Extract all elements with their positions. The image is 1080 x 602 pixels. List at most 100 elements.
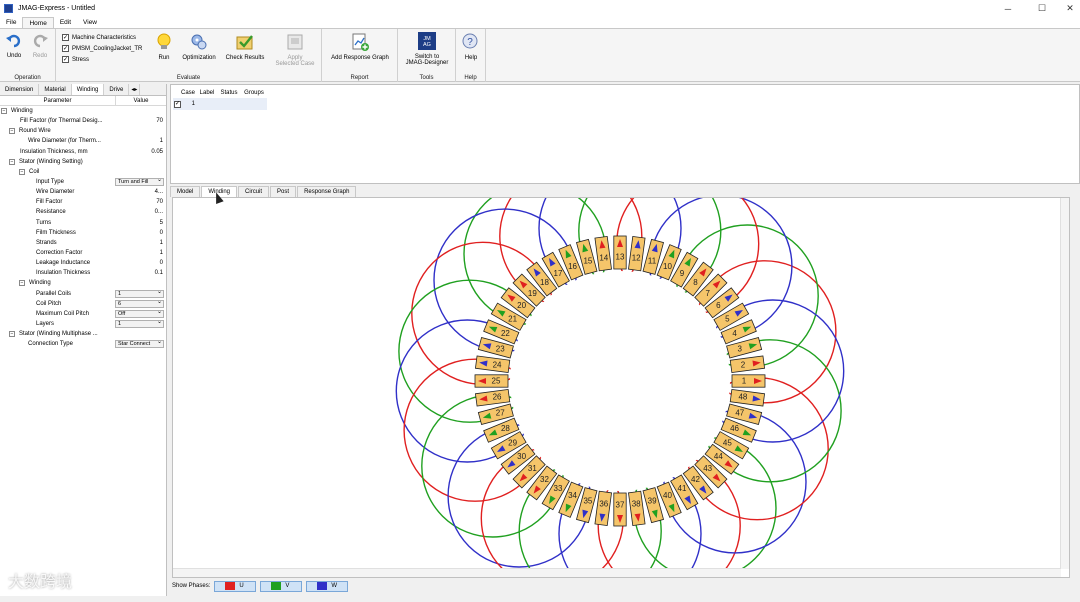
check-pmsm-cooling[interactable]: ✓ PMSM_CoolingJacket_TR (62, 45, 142, 52)
tree-row[interactable]: Insulation Thickness, mm 0.05 (0, 147, 166, 157)
tree-row[interactable]: − Stator (Winding Setting) (0, 157, 166, 167)
slot: 38 (628, 490, 646, 527)
check-stress[interactable]: ✓ Stress (62, 56, 89, 63)
tree-header: Parameter Value (0, 96, 166, 106)
tree-row[interactable]: Input Type Turn and Fill (0, 177, 166, 187)
tree-expander-icon[interactable]: − (9, 158, 15, 165)
tree-row[interactable]: Wire Diameter 4... (0, 187, 166, 197)
tree-row[interactable]: Correction Factor 1 (0, 248, 166, 258)
ribbon-group-evaluate: ✓ Machine Characteristics ✓ PMSM_CoolingJa… (56, 29, 322, 82)
tab-dimension[interactable]: Dimension (0, 84, 40, 95)
tree-row-select[interactable]: Off (115, 309, 164, 318)
menu-view[interactable]: View (77, 17, 103, 28)
check-results-button[interactable]: Check Results (222, 33, 268, 61)
slot-number-label: 43 (703, 464, 712, 473)
tree-row-select[interactable]: 1 (115, 319, 164, 328)
menu-edit[interactable]: Edit (54, 17, 77, 28)
tree-row-select[interactable]: 6 (115, 299, 164, 308)
tree-row[interactable]: − Stator (Winding Multiphase ... (0, 329, 166, 339)
tree-expander-icon[interactable]: − (9, 128, 15, 135)
case-checkbox[interactable]: ✓ (174, 100, 181, 108)
phase-v-button[interactable]: V (260, 580, 303, 592)
case-label (197, 98, 217, 110)
tree-row[interactable]: − Round Wire (0, 126, 166, 136)
tree-row-label: Connection Type (28, 341, 73, 348)
tree-row[interactable]: − Coil (0, 167, 166, 177)
winding-viewport[interactable]: 1 2 3 4 5 6 7 8 9 10 11 12 13 14 15 16 17 18 19 20 21 22 23 24 2… (172, 197, 1070, 578)
tree-row[interactable]: Coil Pitch 6 (0, 299, 166, 309)
case-table: Case Label Status Groups ✓ 1 (173, 88, 267, 110)
tree-expander-icon[interactable]: − (1, 108, 7, 114)
app-window: JMAG-Express - Untitled ─ ☐ ✕ File Home … (0, 0, 1080, 602)
slot-number-label: 36 (599, 499, 608, 508)
tree-row-label: Leakage Inductance (36, 260, 91, 267)
optimization-button[interactable]: Optimization (178, 33, 220, 61)
tree-row-select[interactable]: Turn and Fill (115, 177, 164, 186)
slot-number-label: 31 (528, 464, 537, 473)
tab-scroll-arrows[interactable]: ◂▸ (129, 84, 141, 95)
tree-row-label: Stator (Winding Multiphase ... (19, 331, 98, 338)
tree-row[interactable]: Parallel Coils 1 (0, 289, 166, 299)
tree-row[interactable]: Film Thickness 0 (0, 228, 166, 238)
tab-winding[interactable]: Winding (71, 84, 105, 95)
tree-row[interactable]: Leakage Inductance 0 (0, 258, 166, 268)
tree-row[interactable]: Strands 1 (0, 238, 166, 248)
tab-material[interactable]: Material (39, 84, 72, 95)
tree-expander-icon[interactable]: − (9, 331, 15, 338)
tab-post[interactable]: Post (270, 186, 297, 197)
minimize-button[interactable]: ─ (990, 0, 1026, 17)
slot-number-label: 26 (493, 393, 502, 402)
ribbon-group-tools: JM AG Switch to JMAG-Designer Tools (398, 29, 456, 82)
table-row[interactable]: ✓ 1 (173, 98, 267, 110)
tree-row[interactable]: Maximum Coil Pitch Off (0, 309, 166, 319)
tree-row[interactable]: Insulation Thickness 0.1 (0, 268, 166, 278)
tree-row[interactable]: Fill Factor 70 (0, 197, 166, 207)
gears-icon (191, 34, 207, 50)
switch-to-designer-button[interactable]: JM AG Switch to JMAG-Designer (401, 32, 453, 67)
close-button[interactable]: ✕ (1052, 0, 1080, 17)
tree-row-value: 4... (154, 189, 163, 196)
tree-row[interactable]: − Winding (0, 106, 166, 116)
undo-icon (6, 34, 21, 48)
horizontal-scrollbar[interactable] (173, 568, 1061, 577)
slot-number-label: 4 (732, 329, 737, 338)
menu-home[interactable]: Home (22, 17, 54, 28)
redo-button[interactable]: Redo (30, 33, 50, 59)
tab-drive[interactable]: Drive (104, 84, 130, 95)
menu-file[interactable]: File (0, 17, 22, 28)
add-response-graph-button[interactable]: Add Response Graph (326, 33, 394, 61)
tab-model[interactable]: Model (170, 186, 201, 197)
case-groups (241, 98, 267, 110)
check-machine-characteristics[interactable]: ✓ Machine Characteristics (62, 34, 136, 41)
tree-row[interactable]: − Winding (0, 278, 166, 288)
run-button[interactable]: Run (154, 33, 174, 61)
phase-u-button[interactable]: U (214, 580, 257, 592)
tree-row[interactable]: Layers 1 (0, 319, 166, 329)
tree-row-select[interactable]: 1 (115, 289, 164, 298)
tree-expander-icon[interactable]: − (19, 280, 25, 287)
tree-row[interactable]: Wire Diameter (for Therm... 1 (0, 136, 166, 146)
tree-row[interactable]: Fill Factor (for Thermal Desig... 70 (0, 116, 166, 126)
tree-row[interactable]: Resistance 0... (0, 207, 166, 217)
lightbulb-icon (157, 33, 171, 49)
tree-row[interactable]: Turns 5 (0, 218, 166, 228)
tab-response-graph[interactable]: Response Graph (297, 186, 357, 197)
slot: 36 (594, 490, 612, 527)
winding-diagram: 1234567891011121314151617181920212223242… (395, 198, 845, 577)
apply-selected-case-button[interactable]: Apply Selected Case (272, 33, 318, 68)
svg-text:AG: AG (423, 42, 431, 48)
tree-row-label: Turns (36, 219, 52, 226)
undo-button[interactable]: Undo (4, 33, 24, 59)
col-case: Case (180, 90, 195, 96)
slot-number-label: 42 (691, 475, 700, 484)
tree-row-label: Round Wire (19, 128, 51, 135)
vertical-scrollbar[interactable] (1060, 198, 1069, 569)
case-table-area: Case Label Status Groups ✓ 1 (170, 84, 1080, 184)
phase-w-button[interactable]: W (306, 580, 349, 592)
tree-expander-icon[interactable]: − (19, 168, 25, 175)
tree-row[interactable]: Connection Type Star Connect (0, 339, 166, 349)
tree-row-select[interactable]: Star Connect (115, 339, 164, 349)
tab-circuit[interactable]: Circuit (238, 186, 270, 197)
help-button[interactable]: ? Help (461, 33, 481, 61)
tree-row-value: 70 (156, 118, 163, 125)
